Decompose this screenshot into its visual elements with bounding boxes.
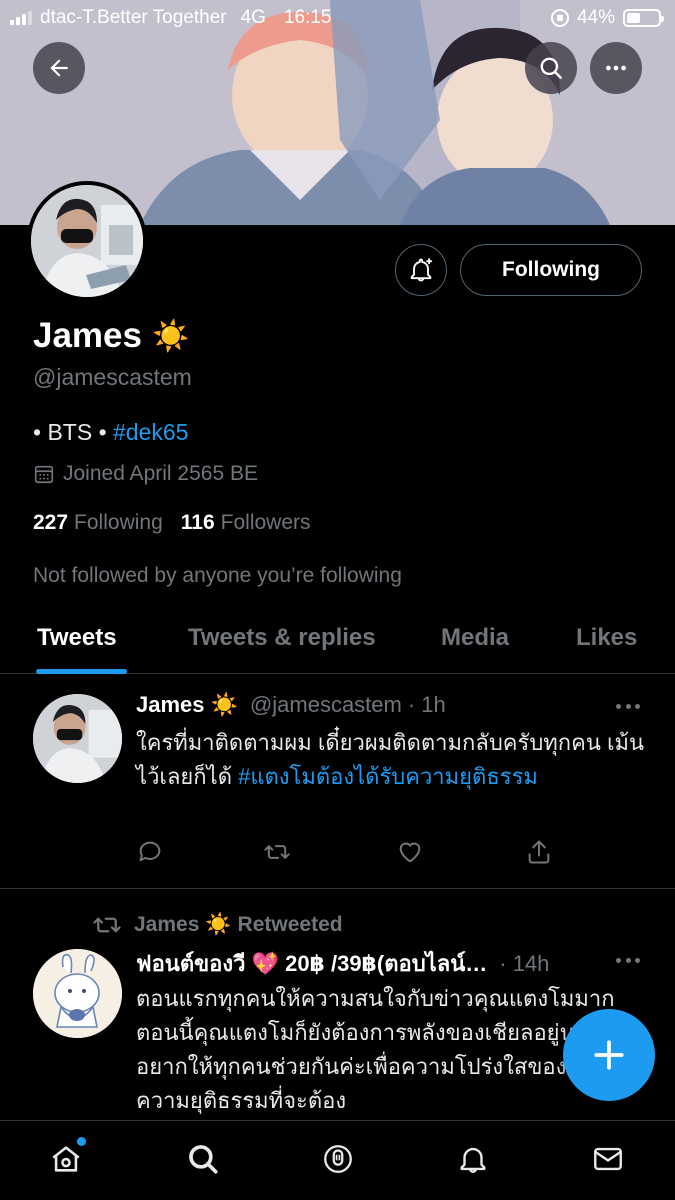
sun-emoji: ☀️ <box>205 913 232 936</box>
battery-fill <box>627 13 641 23</box>
profile-tabs: Tweets Tweets & replies Media Likes <box>0 610 675 674</box>
new-content-dot <box>77 1137 86 1146</box>
status-bar: dtac-T.Better Together 4G 16:15 44% <box>0 0 675 36</box>
nav-notifications[interactable] <box>455 1141 491 1177</box>
following-stat-link[interactable]: 227 Following <box>33 511 163 535</box>
tweet-author-handle: @jamescastem <box>249 692 402 717</box>
profile-bio: • BTS • #dek65 <box>33 419 188 446</box>
nav-messages[interactable] <box>590 1141 626 1177</box>
following-label: Following <box>74 511 163 534</box>
tweet-divider <box>0 888 675 889</box>
like-heart-icon[interactable] <box>396 838 424 866</box>
bottom-navigation <box>0 1120 675 1200</box>
followers-label: Followers <box>220 511 311 534</box>
tweet-more-icon[interactable] <box>616 955 640 965</box>
sun-emoji: ☀️ <box>210 692 238 717</box>
tab-tweets[interactable]: Tweets <box>37 624 117 652</box>
avatar-image <box>31 185 143 297</box>
battery-percent: 44% <box>576 7 615 28</box>
nav-home[interactable] <box>48 1137 86 1177</box>
battery-icon <box>623 9 664 27</box>
followers-stat-link[interactable]: 116 Followers <box>181 511 311 535</box>
profile-name-text: James <box>33 316 142 355</box>
tweet-header: James ☀️ @jamescastem · 1h <box>136 692 446 718</box>
retweet-indicator: James ☀️ Retweeted <box>92 910 343 940</box>
search-icon <box>540 57 562 79</box>
avatar-image <box>33 694 122 783</box>
reply-icon[interactable] <box>136 838 164 866</box>
retweeted-label: Retweeted <box>237 913 343 936</box>
tweet-actions <box>136 838 556 868</box>
network-type: 4G <box>240 7 266 28</box>
tweet-header: ฟอนต์ของวี 💖 20฿ /39฿(ตอบไลน์… · 14h <box>136 946 549 981</box>
tweet-time: · 1h <box>407 692 446 717</box>
active-tab-indicator <box>36 669 127 674</box>
tweet-text: ใครที่มาติดตามผม เดี๋ยวผมติดตามกลับครับท… <box>136 726 646 794</box>
back-button[interactable] <box>33 42 85 94</box>
retweet-icon <box>93 917 121 933</box>
more-options-button[interactable] <box>590 42 642 94</box>
home-icon <box>52 1146 80 1172</box>
clock: 16:15 <box>283 7 332 28</box>
tweet-time: · 14h <box>499 950 550 976</box>
mutual-followers-note: Not followed by anyone you’re following <box>33 564 402 587</box>
search-button[interactable] <box>525 42 577 94</box>
tweet-avatar[interactable] <box>33 694 122 783</box>
profile-name: James ☀️ <box>33 316 189 356</box>
follow-stats: 227 Following 116 Followers <box>33 511 311 535</box>
tab-likes[interactable]: Likes <box>576 624 637 652</box>
envelope-icon <box>594 1147 622 1171</box>
bunny-avatar-image <box>33 949 122 1038</box>
tab-tweets-and-replies[interactable]: Tweets & replies <box>188 624 376 652</box>
calendar-icon <box>34 465 54 484</box>
tab-media[interactable]: Media <box>441 624 509 652</box>
microphone-spaces-icon <box>324 1145 352 1173</box>
sun-emoji: ☀️ <box>151 319 190 353</box>
arrow-left-icon <box>50 59 68 77</box>
tweet-hashtag-link[interactable]: #แตงโมต้องได้รับความยุติธรรม <box>238 764 538 789</box>
profile-handle: @jamescastem <box>33 364 192 390</box>
bio-text: • BTS • <box>33 419 114 445</box>
carrier-name: dtac-T.Better Together <box>40 7 227 28</box>
nav-search[interactable] <box>185 1141 221 1177</box>
plus-icon <box>594 1040 624 1070</box>
signal-icon <box>10 11 32 25</box>
following-count: 227 <box>33 511 69 534</box>
bell-icon <box>460 1147 486 1173</box>
tweet-more-icon[interactable] <box>616 701 640 711</box>
tweet-avatar[interactable] <box>33 949 122 1038</box>
joined-date: Joined April 2565 BE <box>33 462 258 486</box>
share-icon[interactable] <box>525 838 553 866</box>
tweet-author-name[interactable]: ฟอนต์ของวี 💖 20฿ /39฿(ตอบไลน์… <box>136 946 487 981</box>
more-horizontal-icon <box>606 65 626 71</box>
retweeter-name[interactable]: James <box>134 913 199 937</box>
tweet-author-name[interactable]: James <box>136 692 205 718</box>
followers-count: 116 <box>180 511 215 534</box>
compose-tweet-button[interactable] <box>563 1009 655 1101</box>
joined-text: Joined April 2565 BE <box>63 462 258 485</box>
following-button[interactable]: Following <box>460 244 642 296</box>
profile-avatar[interactable] <box>27 181 147 301</box>
orientation-lock-icon <box>550 9 569 27</box>
retweet-icon[interactable] <box>263 838 291 866</box>
bell-plus-icon <box>410 258 433 282</box>
search-icon <box>189 1145 218 1174</box>
nav-spaces[interactable] <box>320 1141 356 1177</box>
notifications-toggle-button[interactable] <box>395 244 447 296</box>
bio-hashtag-link[interactable]: #dek65 <box>113 419 188 445</box>
